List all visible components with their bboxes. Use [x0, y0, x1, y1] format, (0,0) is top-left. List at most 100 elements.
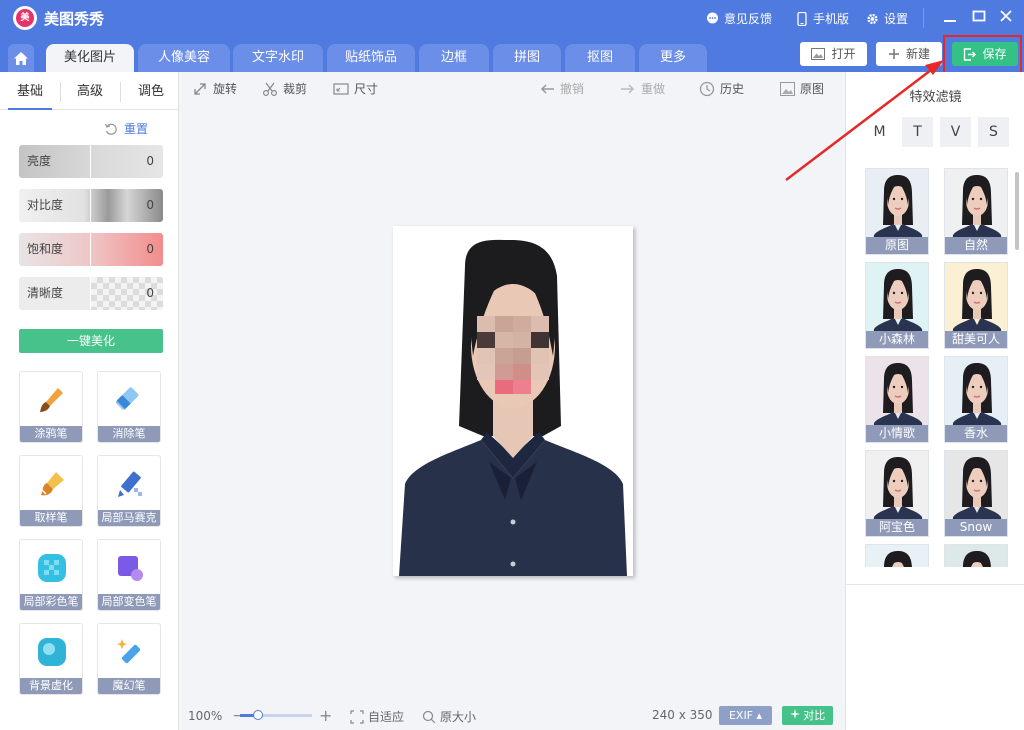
- compare-button[interactable]: 对比: [782, 706, 833, 725]
- filter-thumb-perfume[interactable]: 香水: [944, 356, 1008, 443]
- filter-thumb-love-song[interactable]: 小情歌: [865, 356, 929, 443]
- tool-local-color-pen[interactable]: 局部彩色笔: [19, 539, 83, 611]
- clock-icon: [699, 81, 715, 96]
- tool-eraser-pen[interactable]: 消除笔: [97, 371, 161, 443]
- scrollbar[interactable]: [1015, 172, 1019, 250]
- chat-icon: [706, 12, 719, 25]
- open-label: 打开: [831, 47, 856, 61]
- one-key-beautify-button[interactable]: 一键美化: [19, 329, 163, 353]
- reset-button[interactable]: 重置: [104, 120, 148, 137]
- tool-magic-pen[interactable]: 魔幻笔: [97, 623, 161, 695]
- size-button[interactable]: 尺寸: [333, 80, 378, 97]
- filter-preview: [945, 545, 1007, 567]
- filter-tab-t[interactable]: T: [902, 117, 933, 147]
- tab-beautify[interactable]: 美化图片: [46, 44, 134, 72]
- tool-local-mosaic[interactable]: 局部马赛克: [97, 455, 161, 527]
- undo-button[interactable]: 撤销: [539, 80, 584, 97]
- divider: [90, 277, 91, 310]
- filter-thumb-more-8[interactable]: [865, 544, 929, 567]
- tab-more[interactable]: 更多: [639, 44, 707, 72]
- left-panel: 基础 高级 调色 重置 亮度 0 对比度 0 饱和度 0 清晰度 0 一键美化 …: [0, 72, 179, 730]
- saturation-slider[interactable]: 饱和度 0: [19, 233, 163, 266]
- filter-thumb-original[interactable]: 原图: [865, 168, 929, 255]
- tool-local-recolor-pen[interactable]: 局部变色笔: [97, 539, 161, 611]
- history-label: 历史: [720, 82, 745, 96]
- tab-text[interactable]: 文字水印: [233, 44, 323, 72]
- filter-thumb-snow[interactable]: Snow: [944, 450, 1008, 537]
- filter-tab-v[interactable]: V: [940, 117, 971, 147]
- original-label: 原图: [800, 82, 825, 96]
- redo-icon: [621, 83, 635, 94]
- filter-thumb-sweet[interactable]: 甜美可人: [944, 262, 1008, 349]
- rotate-button[interactable]: 旋转: [192, 80, 237, 97]
- portrait-image: [393, 226, 633, 576]
- filter-tab-m[interactable]: M: [864, 117, 895, 147]
- tab-cutout[interactable]: 抠图: [565, 44, 635, 72]
- open-button[interactable]: 打开: [800, 42, 867, 66]
- tab-border[interactable]: 边框: [419, 44, 489, 72]
- tab-stickers[interactable]: 贴纸饰品: [327, 44, 415, 72]
- minimize-button[interactable]: [942, 9, 958, 25]
- adjust-subtabs: 基础 高级 调色: [0, 72, 179, 110]
- divider: [120, 82, 121, 102]
- filter-thumb-natural[interactable]: 自然: [944, 168, 1008, 255]
- settings-button[interactable]: 设置: [866, 10, 908, 27]
- filter-thumb-label: Snow: [945, 519, 1007, 536]
- fit-icon: [350, 709, 364, 724]
- tool-background-blur-label: 背景虚化: [20, 678, 82, 694]
- image-icon: [811, 48, 826, 60]
- divider: [90, 189, 91, 222]
- zoom-in-icon[interactable]: +: [319, 706, 332, 725]
- crop-button[interactable]: 裁剪: [262, 80, 307, 97]
- plus-icon: [888, 49, 899, 59]
- scissors-icon: [262, 82, 278, 96]
- history-button[interactable]: 历史: [699, 80, 744, 97]
- actual-size-button[interactable]: 原大小: [422, 708, 476, 725]
- tool-background-blur[interactable]: 背景虚化: [19, 623, 83, 695]
- mobile-button[interactable]: 手机版: [795, 10, 849, 27]
- divider: [923, 8, 924, 28]
- reset-icon: [104, 123, 117, 135]
- edit-toolbar: 旋转 裁剪 尺寸 撤销 重做 历史 原图: [180, 72, 845, 102]
- saturation-label: 饱和度: [27, 242, 64, 256]
- brightness-slider[interactable]: 亮度 0: [19, 145, 163, 178]
- zoom-slider-handle[interactable]: [253, 710, 263, 720]
- tool-local-recolor-pen-label: 局部变色笔: [98, 594, 160, 610]
- tool-sample-pen[interactable]: 取样笔: [19, 455, 83, 527]
- subtab-advanced[interactable]: 高级: [68, 72, 112, 110]
- zoom-slider[interactable]: [240, 710, 312, 720]
- close-icon: [1000, 10, 1012, 22]
- saturation-value: 0: [146, 242, 154, 256]
- exif-button[interactable]: EXIF ▴: [719, 706, 772, 725]
- tool-sample-pen-label: 取样笔: [20, 510, 82, 526]
- filter-tab-s[interactable]: S: [978, 117, 1009, 147]
- app-title: 美图秀秀: [44, 10, 105, 28]
- filter-thumb-more-9[interactable]: [944, 544, 1008, 567]
- home-button[interactable]: [8, 44, 34, 72]
- sparkle-icon: [789, 709, 800, 719]
- clarity-slider[interactable]: 清晰度 0: [19, 277, 163, 310]
- tool-doodle-pen-label: 涂鸦笔: [20, 426, 82, 442]
- minimize-icon: [944, 20, 956, 22]
- contrast-label: 对比度: [27, 198, 64, 212]
- feedback-button[interactable]: 意见反馈: [706, 10, 772, 27]
- fit-button[interactable]: 自适应: [350, 708, 404, 725]
- original-button[interactable]: 原图: [780, 80, 824, 97]
- contrast-slider[interactable]: 对比度 0: [19, 189, 163, 222]
- subtab-color[interactable]: 调色: [129, 72, 173, 110]
- filter-thumb-abao[interactable]: 阿宝色: [865, 450, 929, 537]
- tab-portrait[interactable]: 人像美容: [138, 44, 230, 72]
- subtab-basic[interactable]: 基础: [8, 72, 52, 110]
- crop-label: 裁剪: [283, 82, 308, 96]
- tab-collage[interactable]: 拼图: [493, 44, 561, 72]
- redo-button[interactable]: 重做: [620, 80, 665, 97]
- tool-doodle-pen[interactable]: 涂鸦笔: [19, 371, 83, 443]
- reset-label: 重置: [124, 122, 149, 136]
- tool-local-color-pen-label: 局部彩色笔: [20, 594, 82, 610]
- maximize-button[interactable]: [971, 9, 987, 25]
- filter-thumb-label: 小情歌: [866, 425, 928, 442]
- close-button[interactable]: [998, 9, 1014, 25]
- new-button[interactable]: 新建: [876, 42, 942, 66]
- filter-thumb-forest[interactable]: 小森林: [865, 262, 929, 349]
- feedback-label: 意见反馈: [724, 12, 773, 26]
